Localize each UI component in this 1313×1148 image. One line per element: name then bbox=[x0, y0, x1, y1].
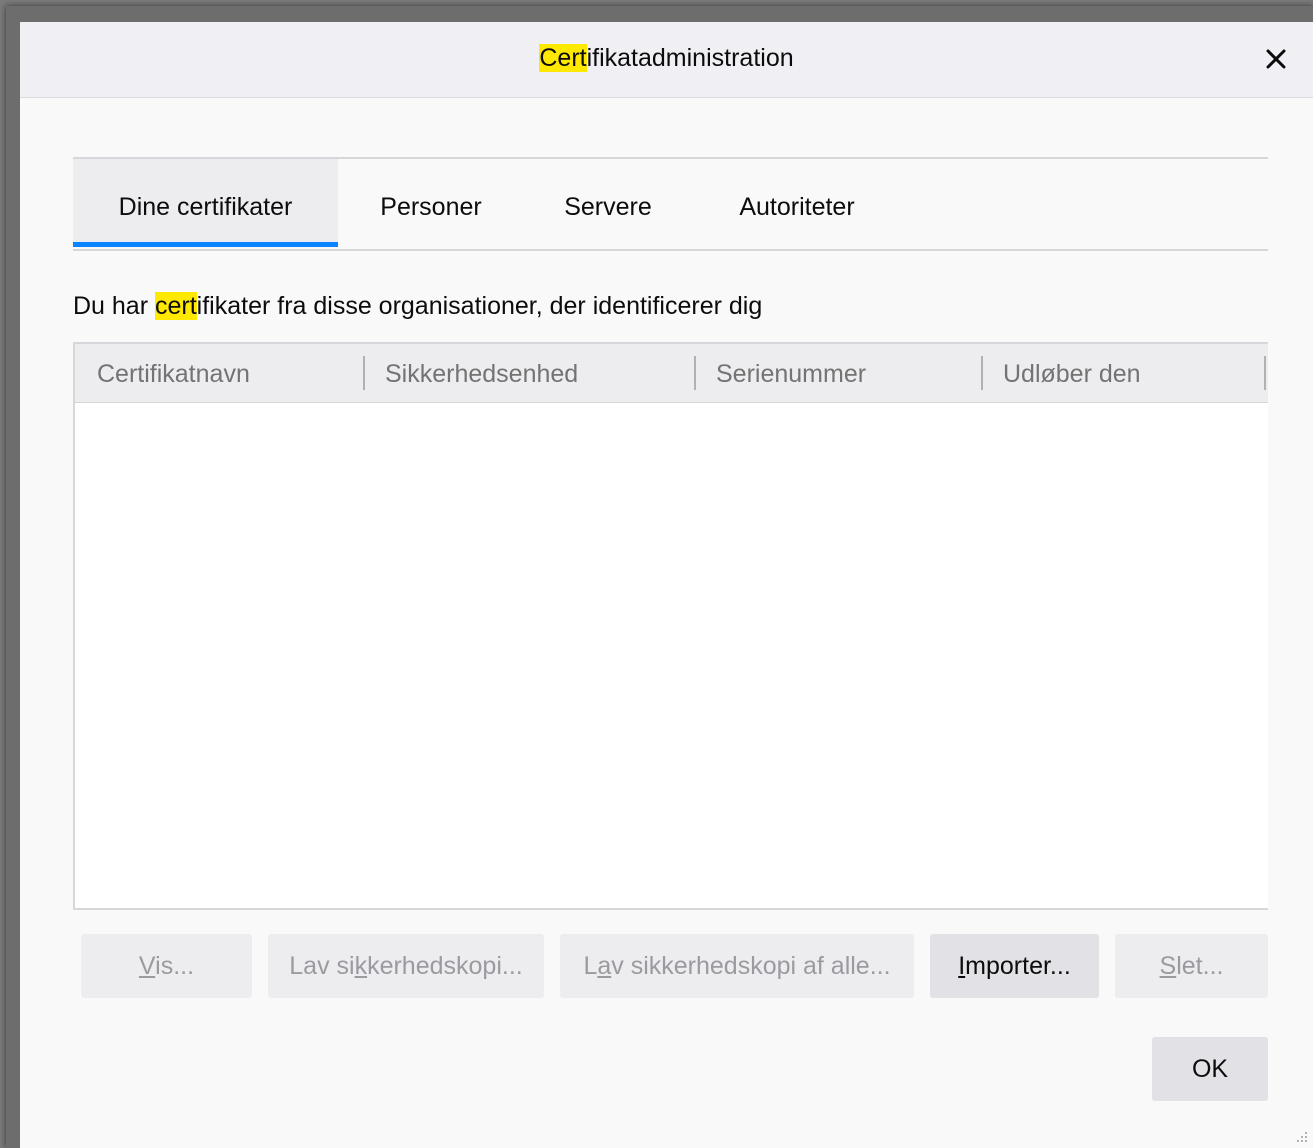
tab-authorities[interactable]: Autoriteter bbox=[692, 159, 902, 247]
column-splitter[interactable] bbox=[363, 356, 365, 390]
description-search-highlight: cert bbox=[154, 292, 197, 320]
backup-all-button[interactable]: Lav sikkerhedskopi af alle... bbox=[560, 934, 914, 998]
accesskey: S bbox=[1159, 952, 1177, 980]
tab-label: Dine certifikater bbox=[118, 193, 293, 221]
column-splitter[interactable] bbox=[1264, 356, 1266, 390]
table-header: Certifikatnavn Sikkerhedsenhed Serienumm… bbox=[75, 344, 1268, 403]
tab-label: Servere bbox=[564, 193, 652, 221]
certificate-table[interactable]: Certifikatnavn Sikkerhedsenhed Serienumm… bbox=[73, 342, 1268, 910]
column-header-serial-number[interactable]: Serienummer bbox=[716, 344, 866, 402]
tab-your-certificates[interactable]: Dine certifikater bbox=[73, 159, 338, 247]
button-text: is... bbox=[155, 952, 195, 980]
title-text: ifikatadministration bbox=[586, 44, 794, 72]
button-text: L bbox=[583, 952, 598, 980]
button-text: kerhedskopi... bbox=[367, 952, 523, 980]
accesskey: k bbox=[354, 952, 368, 980]
tab-bar: Dine certifikater Personer Servere Autor… bbox=[73, 157, 1268, 251]
close-icon bbox=[1266, 49, 1286, 69]
accesskey: V bbox=[138, 952, 156, 980]
column-splitter[interactable] bbox=[981, 356, 983, 390]
button-text: OK bbox=[1191, 1055, 1229, 1083]
ok-button[interactable]: OK bbox=[1152, 1037, 1268, 1101]
tab-servers[interactable]: Servere bbox=[524, 159, 692, 247]
backup-button[interactable]: Lav sikkerhedskopi... bbox=[268, 934, 544, 998]
import-button[interactable]: Importer... bbox=[930, 934, 1099, 998]
accesskey: a bbox=[597, 952, 612, 980]
tab-label: Autoriteter bbox=[739, 193, 855, 221]
description-end: ifikater fra disse organisationer, der i… bbox=[196, 292, 763, 320]
button-text: Lav si bbox=[289, 952, 355, 980]
title-search-highlight: Cert bbox=[539, 44, 587, 72]
tab-label: Personer bbox=[380, 193, 482, 221]
column-header-security-device[interactable]: Sikkerhedsenhed bbox=[385, 344, 578, 402]
button-text: v sikkerhedskopi af alle... bbox=[611, 952, 891, 980]
button-text: let... bbox=[1176, 952, 1224, 980]
button-text: mporter... bbox=[965, 952, 1071, 980]
tab-people[interactable]: Personer bbox=[338, 159, 524, 247]
view-button[interactable]: Vis... bbox=[81, 934, 252, 998]
close-button[interactable] bbox=[1259, 42, 1293, 76]
dialog-title: Certifikatadministration bbox=[20, 44, 1313, 73]
column-header-expires-on[interactable]: Udløber den bbox=[1003, 344, 1141, 402]
title-bar: Certifikatadministration bbox=[20, 22, 1313, 98]
resize-grip-icon[interactable] bbox=[1295, 1130, 1309, 1144]
description-text: Du har certifikater fra disse organisati… bbox=[73, 292, 762, 321]
certificate-manager-dialog: Certifikatadministration Dine certifikat… bbox=[20, 22, 1313, 1148]
column-header-certificate-name[interactable]: Certifikatnavn bbox=[97, 344, 250, 402]
column-splitter[interactable] bbox=[694, 356, 696, 390]
delete-button[interactable]: Slet... bbox=[1115, 934, 1268, 998]
description-start: Du har bbox=[73, 292, 155, 320]
